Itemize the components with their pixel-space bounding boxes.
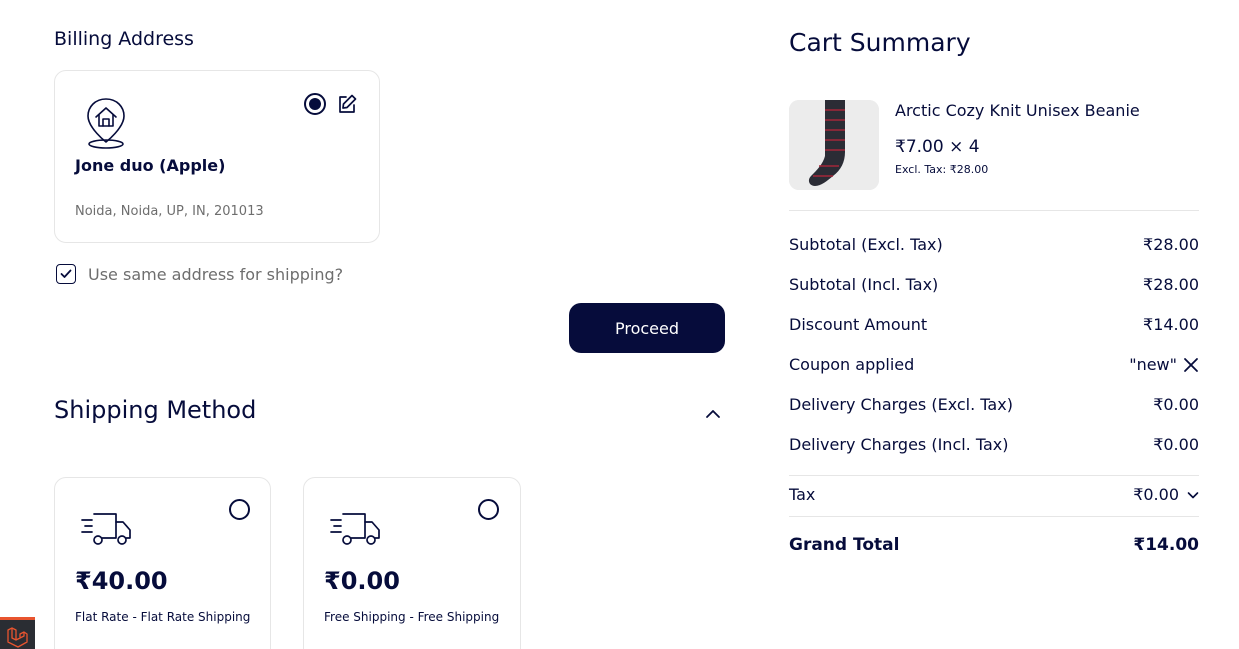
shipping-method-radio[interactable] — [229, 499, 250, 520]
summary-value: ₹0.00 — [1133, 485, 1179, 504]
delivery-truck-icon — [330, 513, 380, 545]
summary-row-discount: Discount Amount ₹14.00 — [789, 315, 1199, 334]
same-address-checkbox[interactable] — [56, 264, 76, 284]
billing-address-card[interactable]: Jone duo (Apple) Noida, Noida, UP, IN, 2… — [54, 70, 380, 243]
summary-row-subtotal-incl: Subtotal (Incl. Tax) ₹28.00 — [789, 275, 1199, 294]
grand-total-value: ₹14.00 — [1133, 535, 1199, 555]
address-name: Jone duo (Apple) — [75, 156, 226, 175]
summary-value: ₹0.00 — [1153, 395, 1199, 414]
same-address-option[interactable]: Use same address for shipping? — [56, 264, 343, 284]
shipping-method-radio[interactable] — [478, 499, 499, 520]
summary-label: Tax — [789, 485, 816, 504]
home-location-icon — [87, 98, 125, 149]
chevron-up-icon[interactable] — [703, 404, 723, 422]
address-line: Noida, Noida, UP, IN, 201013 — [75, 204, 264, 219]
shipping-price: ₹40.00 — [75, 567, 168, 595]
chevron-down-icon[interactable] — [1187, 489, 1199, 501]
shipping-method-label: Flat Rate - Flat Rate Shipping — [75, 610, 251, 624]
edit-icon[interactable] — [336, 93, 358, 115]
checkmark-icon — [60, 269, 72, 278]
product-price-quantity: ₹7.00 × 4 — [895, 137, 980, 157]
shipping-method-card-flat-rate[interactable]: ₹40.00 Flat Rate - Flat Rate Shipping — [54, 477, 271, 649]
shipping-method-title: Shipping Method — [54, 396, 257, 424]
shipping-method-card-free[interactable]: ₹0.00 Free Shipping - Free Shipping — [303, 477, 521, 649]
summary-value: ₹0.00 — [1153, 435, 1199, 454]
cart-summary-title: Cart Summary — [789, 28, 971, 57]
delivery-truck-icon — [81, 513, 131, 545]
billing-address-title: Billing Address — [54, 28, 194, 50]
product-name[interactable]: Arctic Cozy Knit Unisex Beanie — [895, 101, 1140, 120]
summary-label: Coupon applied — [789, 355, 915, 374]
summary-label: Discount Amount — [789, 315, 928, 334]
summary-row-delivery-excl: Delivery Charges (Excl. Tax) ₹0.00 — [789, 395, 1199, 414]
summary-label: Delivery Charges (Excl. Tax) — [789, 395, 1013, 414]
grand-total-label: Grand Total — [789, 535, 900, 555]
summary-label: Subtotal (Incl. Tax) — [789, 275, 939, 294]
close-icon[interactable] — [1183, 357, 1199, 373]
summary-value: ₹14.00 — [1143, 315, 1199, 334]
coupon-code: "new" — [1129, 355, 1177, 374]
coupon-value: "new" — [1129, 355, 1199, 374]
summary-row-coupon: Coupon applied "new" — [789, 355, 1199, 374]
debug-toolbar-badge[interactable] — [0, 617, 35, 649]
address-selected-radio[interactable] — [304, 93, 326, 115]
summary-row-delivery-incl: Delivery Charges (Incl. Tax) ₹0.00 — [789, 435, 1199, 454]
summary-label: Subtotal (Excl. Tax) — [789, 235, 943, 254]
divider — [789, 210, 1199, 211]
product-excl-tax: Excl. Tax: ₹28.00 — [895, 163, 989, 176]
shipping-method-label: Free Shipping - Free Shipping — [324, 610, 500, 624]
same-address-label: Use same address for shipping? — [88, 264, 344, 284]
summary-row-subtotal-excl: Subtotal (Excl. Tax) ₹28.00 — [789, 235, 1199, 254]
divider — [789, 516, 1199, 517]
laravel-logo-icon — [7, 627, 28, 648]
proceed-button[interactable]: Proceed — [569, 303, 725, 353]
summary-value: ₹28.00 — [1143, 275, 1199, 294]
product-image[interactable] — [789, 100, 879, 190]
summary-label: Delivery Charges (Incl. Tax) — [789, 435, 1009, 454]
summary-row-grand-total: Grand Total ₹14.00 — [789, 535, 1199, 555]
summary-row-tax[interactable]: Tax ₹0.00 — [789, 485, 1199, 504]
summary-value: ₹28.00 — [1143, 235, 1199, 254]
tax-value[interactable]: ₹0.00 — [1133, 485, 1199, 504]
divider — [789, 475, 1199, 476]
sock-image — [789, 100, 879, 190]
shipping-price: ₹0.00 — [324, 567, 400, 595]
